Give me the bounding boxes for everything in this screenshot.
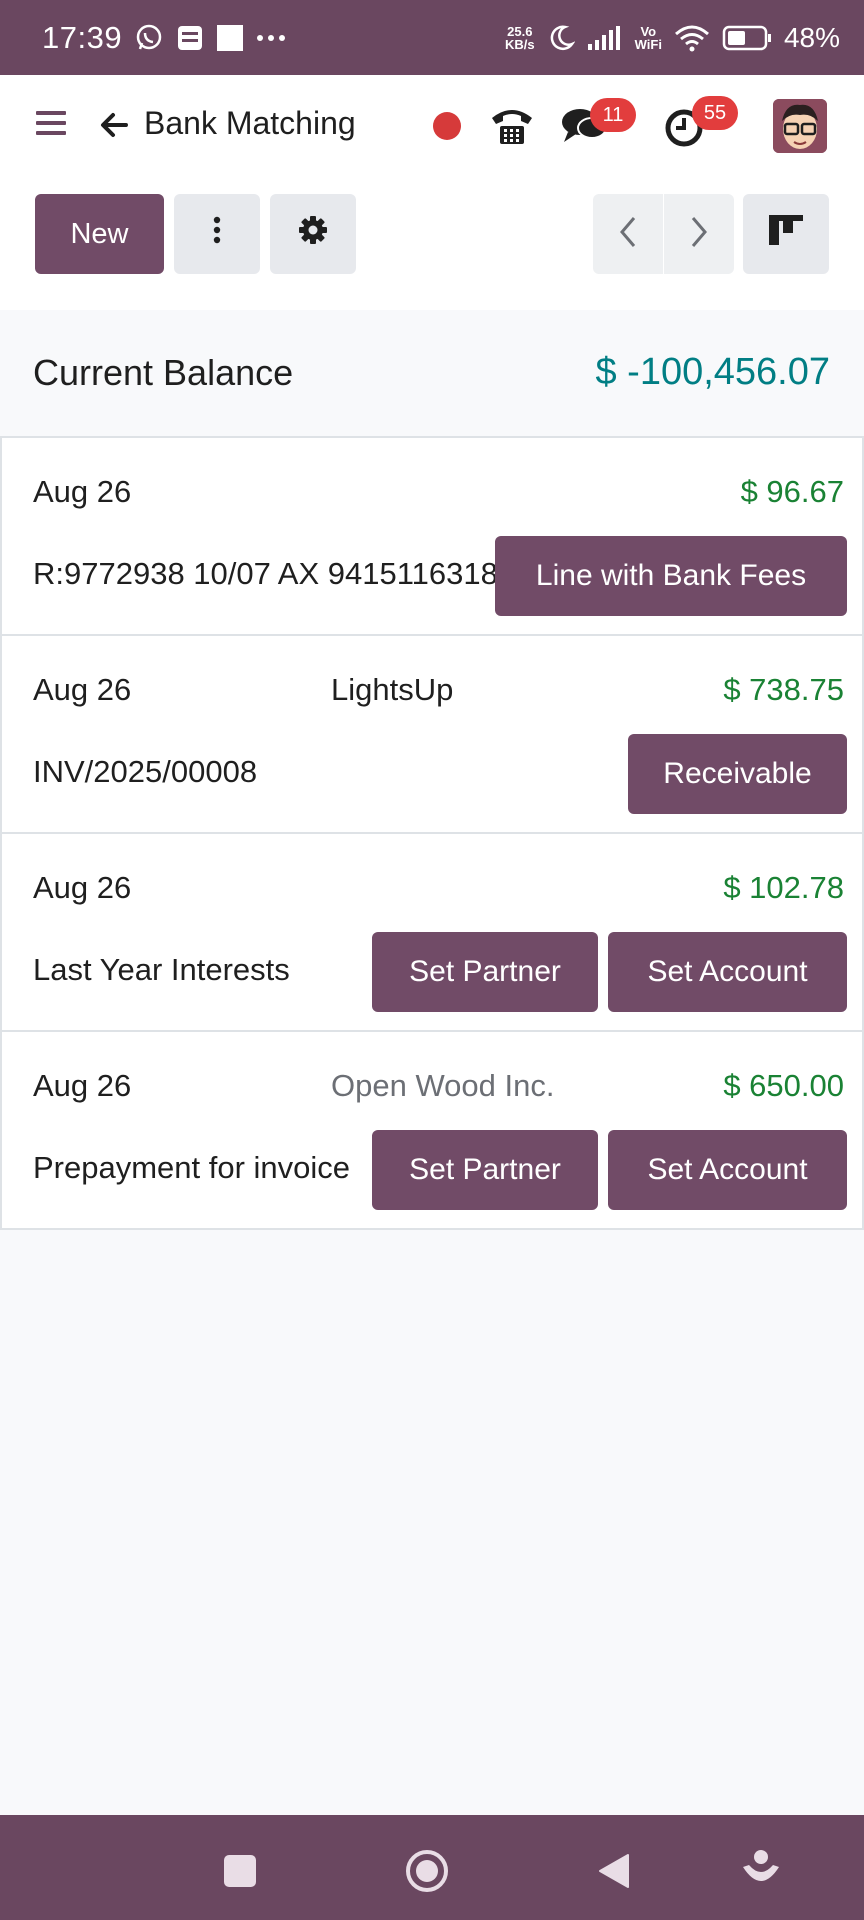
recents-button[interactable]: [224, 1855, 256, 1887]
transaction-reference: INV/2025/00008: [33, 754, 258, 789]
transaction-list: Aug 26 $ 96.67 R:9772938 10/07 AX 941511…: [0, 436, 864, 1230]
back-arrow-icon[interactable]: [98, 109, 130, 141]
transaction-card[interactable]: Aug 26 LightsUp $ 738.75 INV/2025/00008 …: [0, 636, 864, 834]
transaction-date: Aug 26: [33, 672, 132, 707]
set-partner-button[interactable]: Set Partner: [372, 1130, 598, 1210]
next-button[interactable]: [664, 194, 734, 274]
set-account-button[interactable]: Set Account: [608, 1130, 847, 1210]
gear-icon: [298, 215, 328, 253]
moon-icon: [547, 24, 575, 52]
set-account-button[interactable]: Set Account: [608, 932, 847, 1012]
more-notifications-icon: [256, 33, 286, 43]
actions-menu-button[interactable]: [174, 194, 260, 274]
transaction-amount: $ 96.67: [740, 474, 844, 509]
balance-label: Current Balance: [33, 352, 294, 393]
receivable-button[interactable]: Receivable: [628, 734, 847, 814]
notification-square-icon: [216, 24, 244, 52]
activity-badge: 55: [692, 96, 738, 130]
settings-button[interactable]: [270, 194, 356, 274]
transaction-amount: $ 102.78: [723, 870, 844, 905]
kanban-icon: [769, 215, 803, 253]
phone-icon[interactable]: [488, 104, 536, 146]
new-button[interactable]: New: [35, 194, 164, 274]
transaction-reference: Last Year Interests: [33, 952, 290, 987]
chevron-right-icon: [690, 216, 708, 253]
signal-icon: [587, 25, 623, 51]
control-panel: New: [0, 175, 864, 310]
transaction-date: Aug 26: [33, 474, 132, 509]
transaction-reference: Prepayment for invoice: [33, 1150, 351, 1185]
current-balance-section: Current Balance $ -100,456.07: [0, 310, 864, 436]
chevron-left-icon: [619, 216, 637, 253]
status-time: 17:39: [42, 19, 123, 55]
status-bar: 17:39 25.6 KB/s Vo WiFi 48%: [0, 0, 864, 75]
home-button[interactable]: [404, 1848, 450, 1894]
battery-percent: 48%: [783, 21, 840, 53]
transaction-amount: $ 738.75: [723, 672, 844, 707]
transaction-partner: Open Wood Inc.: [331, 1068, 555, 1103]
balance-value: $ -100,456.07: [595, 351, 830, 393]
transaction-amount: $ 650.00: [723, 1068, 844, 1103]
whatsapp-icon: [134, 23, 164, 53]
transaction-card[interactable]: Aug 26 $ 96.67 R:9772938 10/07 AX 941511…: [0, 438, 864, 636]
transaction-partner: LightsUp: [331, 672, 454, 707]
system-navigation-bar: [0, 1815, 864, 1920]
battery-icon: [722, 25, 772, 51]
pager: [593, 194, 734, 274]
hamburger-menu-icon[interactable]: [36, 111, 66, 139]
app-notification-icon: [176, 24, 204, 52]
kanban-view-button[interactable]: [743, 194, 829, 274]
line-with-bank-fees-button[interactable]: Line with Bank Fees: [495, 536, 847, 616]
previous-button[interactable]: [593, 194, 663, 274]
set-partner-button[interactable]: Set Partner: [372, 932, 598, 1012]
wifi-icon: [674, 24, 710, 52]
network-speed: 25.6 KB/s: [505, 23, 535, 52]
transaction-date: Aug 26: [33, 1068, 132, 1103]
page-title: Bank Matching: [144, 105, 356, 141]
kebab-icon: [213, 216, 221, 252]
avatar[interactable]: [773, 99, 827, 153]
transaction-card[interactable]: Aug 26 Open Wood Inc. $ 650.00 Prepaymen…: [0, 1032, 864, 1230]
chat-badge: 11: [590, 98, 636, 132]
transaction-card[interactable]: Aug 26 $ 102.78 Last Year Interests Set …: [0, 834, 864, 1032]
back-button[interactable]: [596, 1852, 632, 1890]
vowifi-label: Vo WiFi: [634, 23, 662, 52]
recording-indicator-icon[interactable]: [433, 112, 461, 140]
transaction-reference: R:9772938 10/07 AX 9415116318: [33, 556, 498, 591]
assistant-icon[interactable]: [740, 1847, 782, 1889]
transaction-date: Aug 26: [33, 870, 132, 905]
